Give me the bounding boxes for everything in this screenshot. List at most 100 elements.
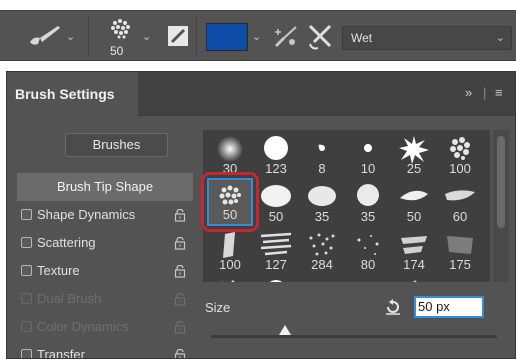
splatter-tip-icon xyxy=(221,280,235,282)
brush-tool-preset-icon[interactable] xyxy=(28,24,64,53)
brush-preset[interactable]: 174 xyxy=(391,226,437,274)
brush-tip-thumbnail-icon xyxy=(111,19,130,39)
current-color-swatch[interactable] xyxy=(206,23,248,51)
lock-icon[interactable] xyxy=(173,208,187,222)
brush-preset[interactable]: 284 xyxy=(299,226,345,274)
brush-preset[interactable]: 35 xyxy=(345,178,391,226)
brush-preset-size: 174 xyxy=(403,257,425,272)
brush-option-brush-tip-shape[interactable]: Brush Tip Shape xyxy=(17,173,193,201)
rough-stroke-tip-icon xyxy=(401,236,427,254)
brush-preset[interactable]: 8 xyxy=(299,130,345,178)
brush-option-label: Scattering xyxy=(37,235,96,250)
panel-menu-icon[interactable]: ≡ xyxy=(495,86,503,100)
selected-preset-highlight xyxy=(201,172,259,232)
chevron-down-icon[interactable]: ⌄ xyxy=(66,32,75,43)
brush-preset[interactable]: 25 xyxy=(391,130,437,178)
brush-preset[interactable] xyxy=(391,274,437,282)
brush-option-label: Shape Dynamics xyxy=(37,207,136,222)
brush-settings-panel: Brush Settings » | ≡ Brushes Brush Tip S… xyxy=(6,71,516,359)
brush-preset[interactable] xyxy=(207,274,253,282)
checkbox[interactable] xyxy=(21,209,32,220)
scatter-tip-icon xyxy=(357,235,379,255)
brush-preset[interactable] xyxy=(253,274,299,282)
highlight-ring xyxy=(201,172,259,232)
load-brush-icon[interactable] xyxy=(306,22,334,57)
toolbar-divider xyxy=(88,17,89,55)
soft-round-tip-icon xyxy=(357,184,379,206)
brush-preset-size: 8 xyxy=(318,161,326,176)
collapse-panel-icon[interactable]: » xyxy=(465,86,472,100)
size-input[interactable]: 50 px xyxy=(414,296,484,318)
brush-options-list: Brush Tip Shape Shape Dynamics Scatterin… xyxy=(17,173,193,359)
brush-preset-size: 50 xyxy=(268,209,284,224)
checkbox xyxy=(21,293,32,304)
checkbox[interactable] xyxy=(21,237,32,248)
brush-preset-size: 175 xyxy=(449,257,471,272)
brush-combination-value: Wet xyxy=(351,31,373,45)
brush-preset-size: 80 xyxy=(360,257,376,272)
brush-preset-size: 10 xyxy=(360,161,376,176)
brush-option-scattering[interactable]: Scattering xyxy=(17,229,193,257)
lock-icon xyxy=(174,320,186,334)
spray-tip-icon xyxy=(309,233,335,256)
brush-preset-size: 100 xyxy=(449,161,471,176)
brush-preset-size: 100 xyxy=(219,257,241,272)
size-slider-track[interactable] xyxy=(211,335,497,338)
brushes-button[interactable]: Brushes xyxy=(65,133,168,157)
brush-preset-size: 127 xyxy=(265,257,287,272)
header-divider: | xyxy=(483,85,487,100)
brush-preset[interactable]: 100 xyxy=(437,130,483,178)
brush-preset[interactable]: 123 xyxy=(253,130,299,178)
brush-preset[interactable]: 127 xyxy=(253,226,299,274)
brush-preset[interactable]: 80 xyxy=(345,226,391,274)
size-slider-thumb[interactable] xyxy=(278,324,292,336)
brush-preset[interactable] xyxy=(437,274,483,282)
soft-oval-tip-icon xyxy=(308,186,336,206)
options-bar: ⌄ 50 ⌄ ⌄ Wet ⌄ xyxy=(0,10,516,61)
checkbox[interactable] xyxy=(21,349,32,358)
brush-option-label: Texture xyxy=(37,263,80,278)
brush-option-texture[interactable]: Texture xyxy=(17,257,193,285)
small-tip-icon xyxy=(318,144,325,151)
brush-option-transfer[interactable]: Transfer xyxy=(17,341,193,359)
brush-preset[interactable]: 50 xyxy=(391,178,437,226)
reset-size-icon[interactable] xyxy=(384,298,402,316)
brush-preset[interactable]: 60 xyxy=(437,178,483,226)
preset-scrollbar[interactable] xyxy=(493,130,509,282)
bristle-stroke-tip-icon xyxy=(445,190,475,201)
textured-tip-icon xyxy=(450,137,470,160)
brush-preset[interactable]: 30 xyxy=(207,130,253,178)
chevron-down-icon[interactable]: ⌄ xyxy=(252,32,261,43)
brush-preset-size: 25 xyxy=(406,161,422,176)
brush-preset-picker[interactable]: 50 xyxy=(106,17,136,58)
soft-oval-tip-icon xyxy=(261,185,291,207)
brush-preset[interactable]: 175 xyxy=(437,226,483,274)
brush-preset[interactable]: 100 xyxy=(207,226,253,274)
checkbox xyxy=(21,321,32,332)
faint-texture-tip-icon xyxy=(447,236,473,254)
panel-tab-brush-settings[interactable]: Brush Settings xyxy=(7,72,138,116)
scrollbar-thumb[interactable] xyxy=(497,136,505,228)
brush-settings-panel-toggle-icon[interactable] xyxy=(166,24,190,53)
brush-option-dual-brush: Dual Brush xyxy=(17,285,193,313)
checkbox[interactable] xyxy=(21,265,32,276)
brush-preset[interactable]: 50 xyxy=(253,178,299,226)
lock-icon[interactable] xyxy=(173,264,187,278)
brush-size-readout: 50 xyxy=(110,44,124,58)
brush-preset-size: 60 xyxy=(452,209,468,224)
clean-brush-icon[interactable] xyxy=(272,24,300,55)
dry-brush-tip-icon xyxy=(260,232,292,256)
brush-combination-select[interactable]: Wet ⌄ xyxy=(342,26,512,50)
lock-icon[interactable] xyxy=(173,236,187,250)
size-label: Size xyxy=(205,300,231,315)
brush-option-color-dynamics: Color Dynamics xyxy=(17,313,193,341)
brush-preset[interactable]: 10 xyxy=(345,130,391,178)
lock-icon xyxy=(174,292,186,306)
brush-option-label: Color Dynamics xyxy=(37,319,129,334)
lock-icon[interactable] xyxy=(173,348,187,359)
chevron-down-icon[interactable]: ⌄ xyxy=(142,32,151,43)
brush-preset[interactable]: 35 xyxy=(299,178,345,226)
brush-preset-size: 284 xyxy=(311,257,333,272)
brush-option-label: Transfer xyxy=(37,347,85,359)
brush-option-shape-dynamics[interactable]: Shape Dynamics xyxy=(17,201,193,229)
